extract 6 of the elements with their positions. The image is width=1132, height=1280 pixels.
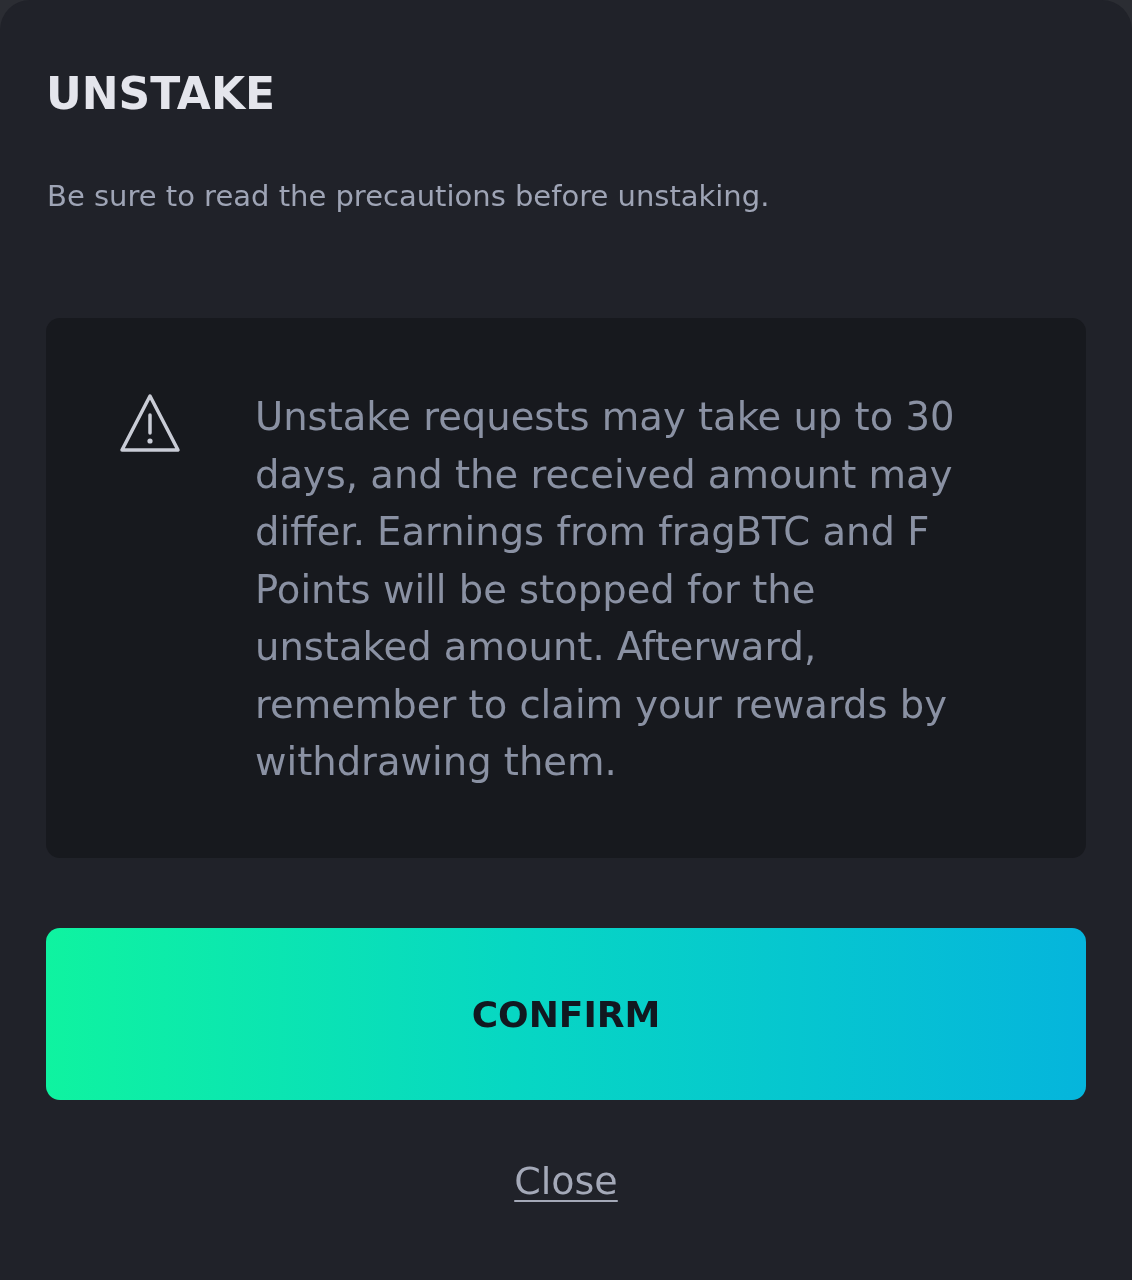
close-link[interactable]: Close [514,1156,618,1206]
dialog-title: UNSTAKE [46,67,277,121]
notice-text: Unstake requests may take up to 30 days, and the received amount may differ. Earnings from fragBTC and F Points will be stopped for the unstaked amount. Afterward, remember to claim your rewards by withdrawing them. [255,393,956,786]
warning-icon [119,393,181,453]
confirm-button[interactable]: CONFIRM [46,928,1086,1100]
dialog-subtitle: Be sure to read the precautions before unstaking. [47,178,771,215]
